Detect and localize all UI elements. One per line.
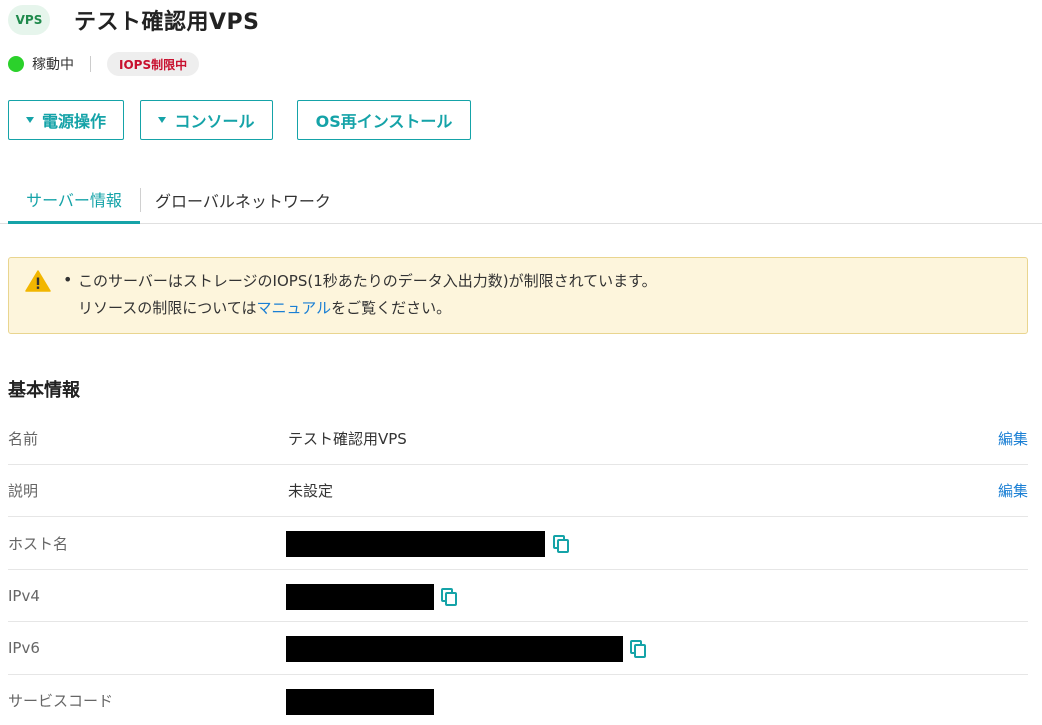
tab-global-network[interactable]: グローバルネットワーク bbox=[155, 176, 331, 224]
redacted-hostname bbox=[286, 531, 545, 557]
redacted-ipv6 bbox=[286, 636, 623, 662]
iops-warning-box: • このサーバーはストレージのIOPS(1秒あたりのデータ入出力数)が制限されて… bbox=[8, 257, 1028, 334]
console-label: コンソール bbox=[174, 112, 255, 131]
warning-text-line2: リソースの制限についてはマニュアルをご覧ください。 bbox=[78, 297, 451, 318]
info-row-name: 名前 テスト確認用VPS 編集 bbox=[8, 412, 1028, 465]
info-row-hostname: ホスト名 bbox=[8, 517, 1028, 570]
info-row-ipv6: IPv6 bbox=[8, 622, 1028, 675]
status-dot-icon bbox=[8, 56, 24, 72]
iops-limited-badge: IOPS制限中 bbox=[107, 52, 200, 76]
header: VPS テスト確認用VPS bbox=[8, 4, 260, 36]
warning-text-before-link: リソースの制限については bbox=[78, 299, 257, 317]
info-label-service-code: サービスコード bbox=[8, 692, 114, 710]
info-label-ipv4: IPv4 bbox=[8, 586, 40, 605]
vps-badge: VPS bbox=[8, 5, 50, 35]
warning-bullet: • bbox=[63, 270, 73, 289]
status-row: 稼動中 IOPS制限中 bbox=[8, 52, 200, 76]
warning-text-line1: このサーバーはストレージのIOPS(1秒あたりのデータ入出力数)が制限されていま… bbox=[78, 272, 657, 290]
os-reinstall-button[interactable]: OS再インストール bbox=[297, 100, 471, 140]
info-label-name: 名前 bbox=[8, 429, 39, 448]
edit-name-link[interactable]: 編集 bbox=[998, 412, 1028, 464]
page: VPS テスト確認用VPS 稼動中 IOPS制限中 電源操作 コンソール OS再… bbox=[0, 0, 1042, 725]
copy-icon[interactable] bbox=[441, 587, 457, 606]
basic-info-table: 名前 テスト確認用VPS 編集 説明 未設定 編集 ホスト名 IPv4 IPv6… bbox=[8, 412, 1028, 725]
basic-info-title: 基本情報 bbox=[8, 380, 80, 401]
redacted-service-code bbox=[286, 688, 434, 715]
redacted-ipv4 bbox=[286, 583, 434, 610]
edit-description-link[interactable]: 編集 bbox=[998, 465, 1028, 517]
info-value-name: テスト確認用VPS bbox=[288, 429, 407, 448]
warning-text-after-link: をご覧ください。 bbox=[331, 299, 452, 317]
copy-icon[interactable] bbox=[630, 640, 646, 658]
tab-separator bbox=[140, 188, 141, 212]
info-row-description: 説明 未設定 編集 bbox=[8, 465, 1028, 517]
info-value-description: 未設定 bbox=[288, 482, 334, 500]
power-operation-button[interactable]: 電源操作 bbox=[8, 100, 124, 140]
warning-icon bbox=[25, 270, 51, 292]
info-label-ipv6: IPv6 bbox=[8, 639, 40, 657]
tab-server-info[interactable]: サーバー情報 bbox=[8, 176, 140, 224]
status-divider bbox=[90, 56, 91, 72]
power-operation-label: 電源操作 bbox=[41, 112, 106, 131]
manual-link[interactable]: マニュアル bbox=[257, 299, 332, 317]
console-button[interactable]: コンソール bbox=[140, 100, 273, 140]
info-label-description: 説明 bbox=[8, 482, 39, 500]
info-label-hostname: ホスト名 bbox=[8, 534, 69, 553]
caret-down-icon bbox=[25, 117, 34, 123]
info-row-service-code: サービスコード bbox=[8, 675, 1028, 725]
copy-icon[interactable] bbox=[553, 535, 569, 553]
status-text: 稼動中 bbox=[32, 57, 74, 73]
info-row-ipv4: IPv4 bbox=[8, 570, 1028, 622]
tab-bar: サーバー情報 グローバルネットワーク bbox=[0, 176, 1042, 224]
page-title: テスト確認用VPS bbox=[74, 10, 260, 35]
caret-down-icon bbox=[158, 117, 167, 123]
